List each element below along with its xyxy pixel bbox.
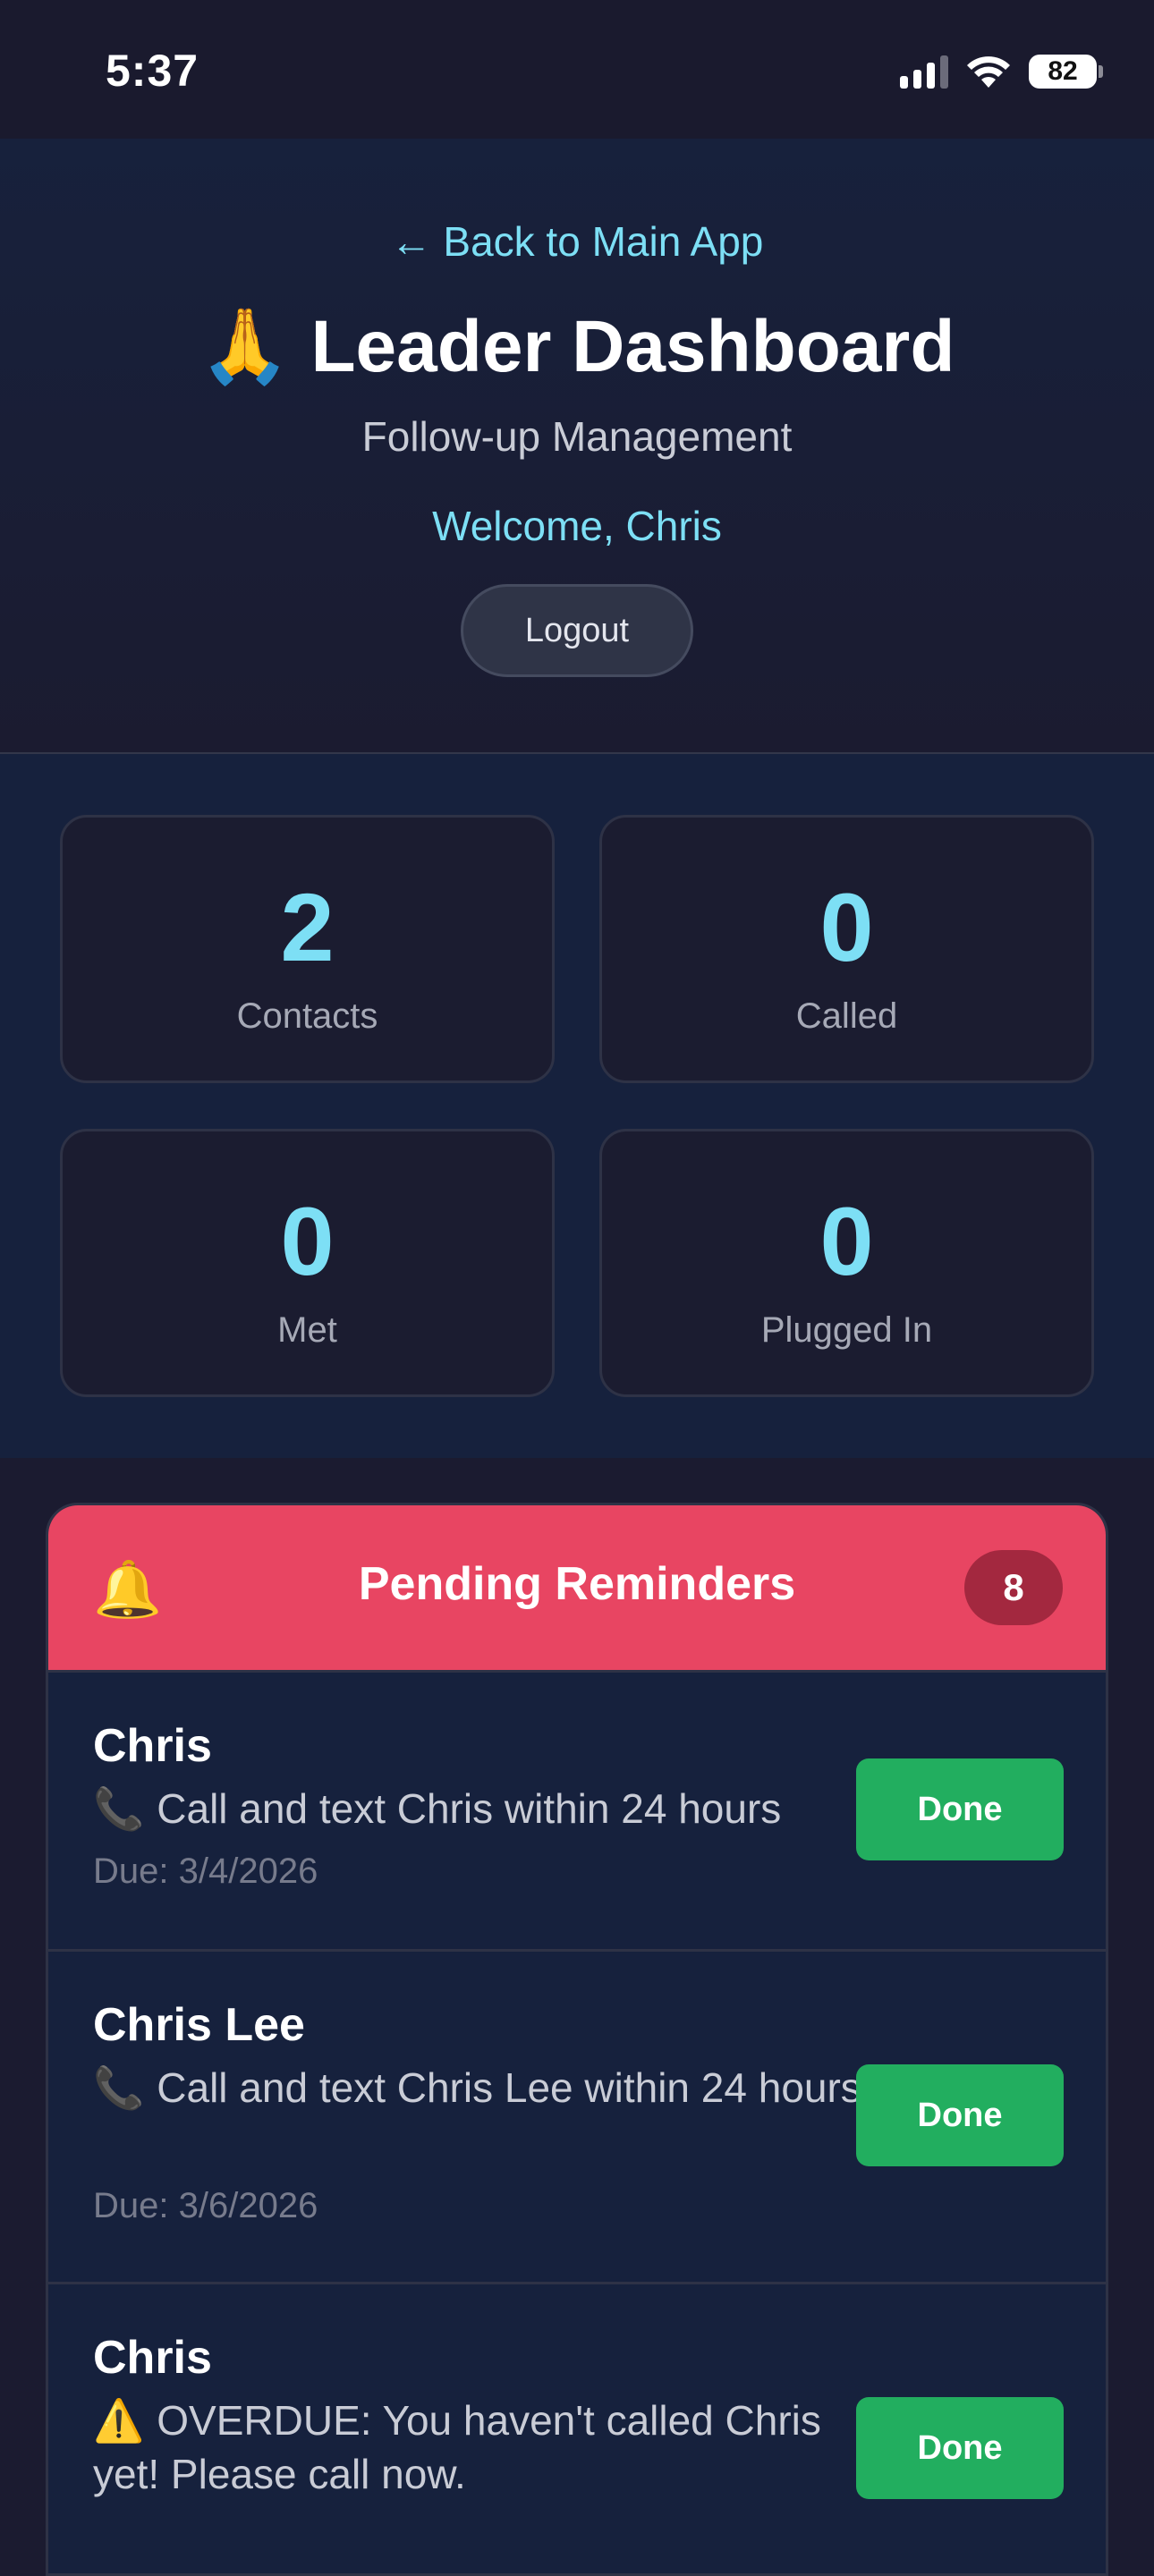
reminder-text: 📞 Call and text Chris within 24 hours bbox=[93, 1782, 880, 1835]
reminder-due-date: Due: 3/4/2026 bbox=[93, 1852, 318, 1891]
reminder-text: ⚠️ OVERDUE: You haven't called Chris yet!… bbox=[93, 2394, 880, 2501]
page-subtitle: Follow-up Management bbox=[361, 413, 793, 460]
stat-label: Met bbox=[277, 1310, 337, 1350]
reminder-item: Chris Lee 📞 Call and text Chris Lee withi… bbox=[48, 1949, 1106, 2282]
done-button[interactable]: Done bbox=[856, 2397, 1064, 2499]
done-button[interactable]: Done bbox=[856, 2064, 1064, 2166]
back-to-main-app-link[interactable]: ← Back to Main App bbox=[0, 217, 1154, 266]
stat-card-called: 0 Called bbox=[599, 815, 1094, 1083]
reminder-contact-name: Chris Lee bbox=[93, 1999, 305, 2051]
stat-value: 2 bbox=[280, 873, 335, 981]
cellular-signal-icon bbox=[900, 55, 948, 89]
reminder-due-date: Due: 3/6/2026 bbox=[93, 2186, 318, 2225]
reminder-text-content: Call and text Chris Lee within 24 hours bbox=[157, 2064, 861, 2111]
stat-label: Contacts bbox=[236, 996, 378, 1036]
reminder-count-badge: 8 bbox=[964, 1550, 1063, 1625]
logout-button[interactable]: Logout bbox=[461, 584, 693, 677]
stat-label: Plugged In bbox=[760, 1310, 933, 1350]
warning-icon: ⚠️ bbox=[93, 2397, 145, 2444]
wifi-icon bbox=[967, 56, 1010, 88]
stat-card-plugged-in: 0 Plugged In bbox=[599, 1129, 1094, 1397]
phone-icon: 📞 bbox=[93, 2064, 145, 2111]
page-title-text: Leader Dashboard bbox=[310, 306, 955, 387]
status-icons: 82 bbox=[900, 52, 1103, 91]
page-title: 🙏 Leader Dashboard bbox=[0, 304, 1154, 390]
stats-section: 2 Contacts 0 Called 0 Met 0 Plugged In bbox=[0, 754, 1154, 1458]
stat-value: 0 bbox=[819, 1187, 874, 1295]
reminder-item: Chris 📞 Call and text Chris within 24 hou… bbox=[48, 1670, 1106, 1949]
pending-reminders-panel: 🔔 Pending Reminders 8 Chris 📞 Call and te… bbox=[46, 1503, 1108, 2576]
stat-card-contacts: 2 Contacts bbox=[60, 815, 555, 1083]
stat-value: 0 bbox=[280, 1187, 335, 1295]
stat-label: Called bbox=[795, 996, 898, 1036]
welcome-text: Welcome, Chris bbox=[432, 503, 722, 549]
reminder-text-content: OVERDUE: You haven't called Chris yet! P… bbox=[93, 2397, 821, 2497]
stat-card-met: 0 Met bbox=[60, 1129, 555, 1397]
status-bar: 5:37 82 bbox=[0, 0, 1154, 139]
status-time: 5:37 bbox=[106, 46, 199, 96]
dashboard-header: ← Back to Main App 🙏 Leader Dashboard Fo… bbox=[0, 139, 1154, 754]
reminder-text: 📞 Call and text Chris Lee within 24 hours bbox=[93, 2061, 880, 2114]
reminder-contact-name: Chris bbox=[93, 2332, 212, 2384]
battery-icon: 82 bbox=[1029, 55, 1103, 89]
reminder-contact-name: Chris bbox=[93, 1720, 212, 1772]
reminders-header: 🔔 Pending Reminders 8 bbox=[48, 1505, 1106, 1670]
praying-hands-icon: 🙏 bbox=[199, 306, 291, 387]
reminder-item: Chris ⚠️ OVERDUE: You haven't called Chri… bbox=[48, 2282, 1106, 2573]
phone-icon: 📞 bbox=[93, 1785, 145, 1832]
reminder-text-content: Call and text Chris within 24 hours bbox=[157, 1785, 782, 1832]
done-button[interactable]: Done bbox=[856, 1758, 1064, 1860]
reminders-title: Pending Reminders bbox=[358, 1558, 796, 1610]
stat-value: 0 bbox=[819, 873, 874, 981]
